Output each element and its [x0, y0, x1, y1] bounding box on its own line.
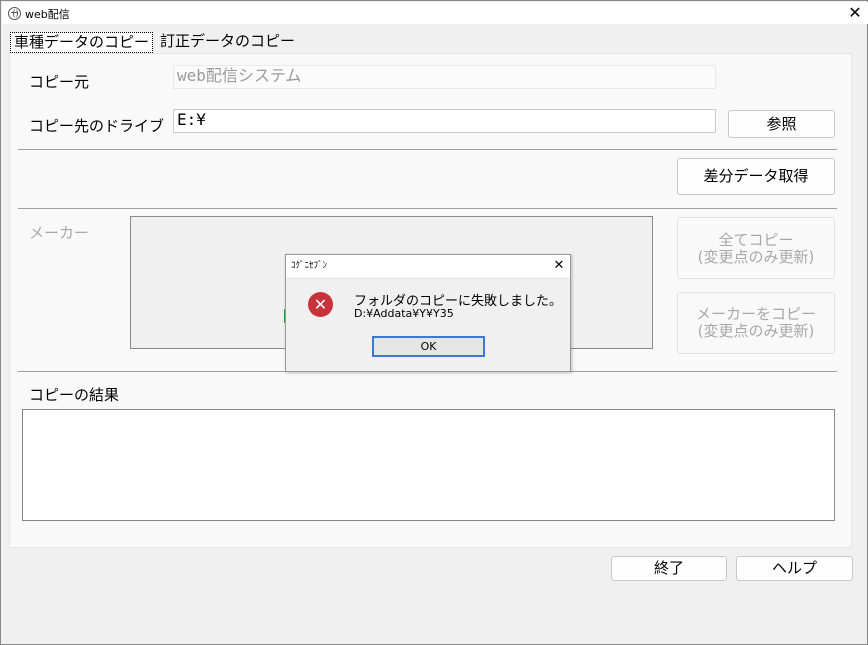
copy-maker-sublabel: (変更点のみ更新) [697, 322, 815, 340]
source-label: コピー元 [29, 73, 90, 91]
copy-result-textarea[interactable] [22, 409, 835, 521]
ok-button[interactable]: OK [372, 336, 485, 357]
window-close-button[interactable]: ✕ [844, 3, 866, 23]
diff-data-button[interactable]: 差分データ取得 [677, 158, 835, 195]
dialog-close-button[interactable]: ✕ [548, 255, 570, 277]
main-window: web配信 ✕ 車種データのコピー 訂正データのコピー コピー元 web配信シス… [0, 0, 868, 645]
copy-all-sublabel: (変更点のみ更新) [697, 248, 815, 266]
error-icon: ✕ [308, 292, 333, 317]
globe-icon [8, 7, 21, 20]
dialog-path: D:¥Addata¥Y¥Y35 [354, 307, 454, 320]
dest-drive-label: コピー先のドライブ [29, 117, 165, 135]
error-dialog: ｺｸﾞﾆｾﾌﾞﾝ ✕ ✕ フォルダのコピーに失敗しました。 D:¥Addata¥… [285, 254, 571, 372]
maker-label: メーカー [29, 224, 90, 242]
window-title: web配信 [25, 8, 70, 21]
copy-maker-label: メーカーをコピー [695, 305, 816, 323]
copy-result-label: コピーの結果 [29, 386, 120, 404]
tab-correction-data-copy[interactable]: 訂正データのコピー [157, 32, 298, 53]
copy-maker-button[interactable]: メーカーをコピー (変更点のみ更新) [677, 292, 835, 354]
copy-all-button[interactable]: 全てコピー (変更点のみ更新) [677, 217, 835, 279]
divider [18, 149, 837, 150]
title-bar: web配信 ✕ [2, 2, 868, 24]
copy-all-label: 全てコピー [718, 231, 794, 249]
help-button[interactable]: ヘルプ [736, 556, 853, 581]
source-field: web配信システム [173, 65, 716, 89]
divider [18, 208, 837, 209]
tab-vehicle-data-copy[interactable]: 車種データのコピー [10, 32, 154, 53]
browse-button[interactable]: 参照 [728, 110, 835, 138]
dialog-title: ｺｸﾞﾆｾﾌﾞﾝ [286, 255, 570, 277]
dest-drive-input[interactable]: E:¥ [173, 109, 716, 133]
exit-button[interactable]: 終了 [611, 556, 727, 581]
